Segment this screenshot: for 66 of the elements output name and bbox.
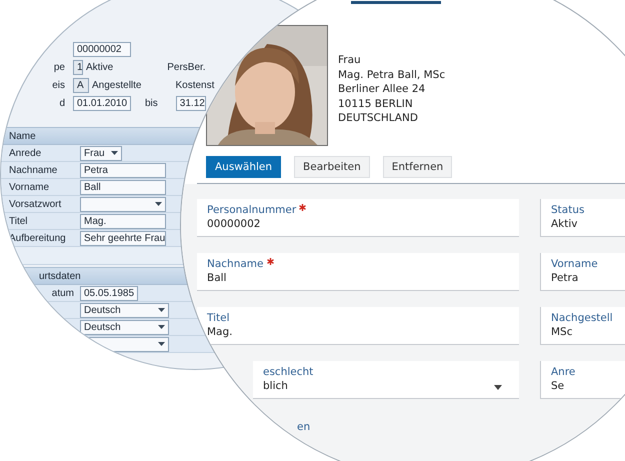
form-field[interactable]: Vorname Petra [540,253,625,291]
text-field[interactable]: 00000002 [73,42,131,56]
field-label: eis [51,80,66,90]
section-heading: en [297,421,310,433]
field-label: pe [52,62,66,72]
address-line: Frau [338,53,362,68]
action-button[interactable]: Auswählen [206,156,282,178]
dropdown-caret-icon [158,325,165,329]
field-label: Nachname [207,258,264,270]
field-value: 00000002 [207,218,260,230]
form-field[interactable]: Personalnummer 00000002 [197,199,519,237]
dropdown-field[interactable]: Frau [80,146,122,160]
field-label: d [58,98,66,108]
field-label: Anre [551,366,576,378]
date-field[interactable]: 01.01.2010 [73,96,131,110]
dropdown-caret-icon [155,202,162,206]
field-value: MSc [551,326,572,338]
dropdown-caret-icon [158,308,165,312]
date-field[interactable]: 05.05.1985 [80,286,138,300]
form-field[interactable]: Titel Mag. [197,307,519,345]
form-field[interactable]: Status Aktiv [540,199,625,237]
field-label: Vorname [8,182,50,192]
field-label: Status [551,204,584,216]
address-line: Berliner Allee 24 [338,82,426,96]
field-label: Anrede [8,148,42,158]
field-value: Aktiv [551,218,578,230]
action-button[interactable]: Entfernen [382,156,452,178]
field-label: Nachgestell [551,312,613,324]
form-field[interactable]: Anre Se [540,361,625,399]
text-field[interactable]: Ball [80,180,166,194]
field-value: Petra [551,272,578,284]
address-line: Mag. Petra Ball, MSc [338,68,446,82]
field-value: Se [551,380,564,392]
field-label: Kostenst [175,80,214,90]
text-field[interactable]: Petra [80,162,166,178]
field-label: Personalnummer [207,204,296,216]
field-label: atum [50,288,75,298]
text-field[interactable]: Mag. [80,214,166,228]
field-label: Titel [8,216,29,226]
field-text: Aktive [86,62,114,72]
dropdown-field[interactable]: eschlecht blich [253,361,519,399]
field-value: blich [263,380,288,392]
field-value: Mag. [207,326,232,338]
field-label: PersBer. [167,62,206,72]
field-value: Ball [207,272,226,284]
dropdown-caret-icon [158,342,165,346]
field-label: Vorsatzwort [8,198,62,210]
form-field[interactable]: Nachgestell MSc [540,307,625,345]
field-label: bis [145,98,158,108]
field-label: Nachname [8,164,58,176]
address-line: DEUTSCHLAND [338,111,419,126]
dropdown-field[interactable]: Deutsch [80,320,169,334]
action-button[interactable]: Bearbeiten [294,156,370,178]
address-line: 10115 BERLIN [338,96,414,111]
text-field[interactable]: Sehr geehrte Frau [80,230,166,246]
dropdown-field[interactable] [80,196,166,212]
date-field[interactable]: 31.12 [176,96,206,110]
dropdown-caret-icon [494,385,502,390]
field-text: Angestellte [92,80,142,90]
dropdown-caret-icon [111,151,118,155]
form-field[interactable]: Nachname Ball [197,253,519,291]
field-label: eschlecht [263,366,314,378]
dropdown-field[interactable]: Deutsch [80,302,169,318]
field-label: Titel [207,312,230,324]
field-label: Vorname [551,258,598,270]
field-label: Aufbereitung [8,232,67,244]
